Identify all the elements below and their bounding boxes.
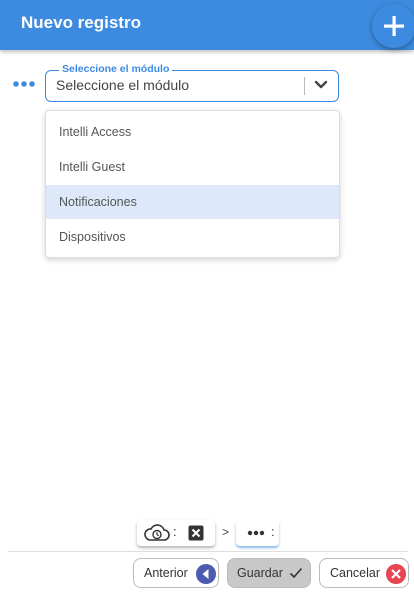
breadcrumb-separator: > — [222, 525, 230, 539]
colon-separator: : — [173, 524, 177, 539]
plus-icon — [384, 16, 404, 36]
save-button-label: Guardar — [237, 566, 283, 580]
app-header: Nuevo registro — [0, 0, 414, 50]
module-select-label: Seleccione el módulo — [59, 63, 173, 75]
colon-separator: : — [271, 524, 275, 539]
more-dots-icon — [247, 530, 265, 536]
chevron-down-icon[interactable] — [314, 80, 328, 90]
module-dropdown-menu: Intelli Access Intelli Guest Notificacio… — [45, 110, 340, 258]
option-intelli-guest[interactable]: Intelli Guest — [46, 150, 339, 184]
previous-button[interactable]: Anterior — [133, 558, 219, 588]
cloud-clock-icon — [144, 524, 170, 541]
previous-button-label: Anterior — [144, 566, 188, 580]
cancel-button-label: Cancelar — [330, 566, 381, 580]
option-notificaciones[interactable]: Notificaciones — [46, 185, 339, 219]
check-icon — [289, 567, 303, 579]
cloud-status-box[interactable]: : — [137, 520, 215, 546]
module-select[interactable]: Seleccione el módulo Seleccione el módul… — [45, 63, 339, 102]
option-intelli-access[interactable]: Intelli Access — [46, 115, 339, 149]
more-status-box[interactable]: : — [236, 520, 279, 546]
close-circle-icon — [386, 564, 406, 584]
option-dispositivos[interactable]: Dispositivos — [46, 220, 339, 254]
add-button[interactable] — [372, 4, 414, 48]
more-dots-icon[interactable] — [12, 80, 36, 88]
page-title: Nuevo registro — [21, 13, 141, 32]
cancel-button[interactable]: Cancelar — [319, 558, 409, 588]
save-button[interactable]: Guardar — [227, 558, 311, 588]
close-square-icon — [188, 525, 204, 541]
status-bar: : > : — [137, 517, 279, 547]
footer-divider — [8, 551, 408, 552]
arrow-left-icon — [196, 564, 216, 584]
module-select-value: Seleccione el módulo — [56, 77, 190, 93]
select-divider — [304, 77, 305, 95]
